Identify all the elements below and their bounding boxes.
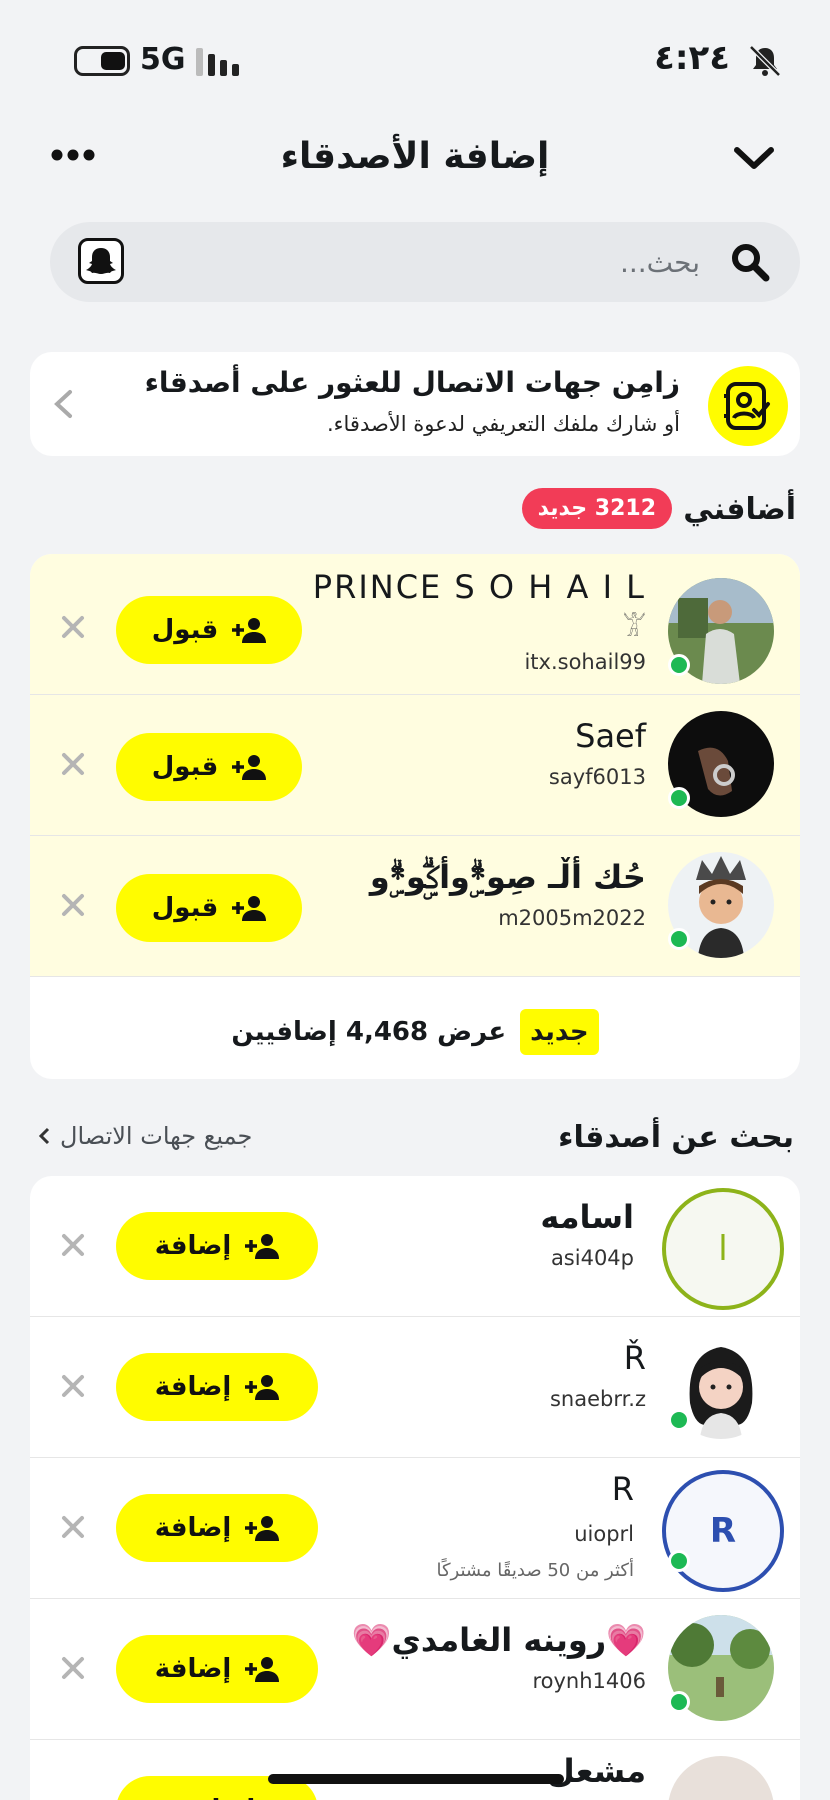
battery-icon xyxy=(74,46,130,76)
add-button[interactable]: إضافة xyxy=(116,1212,318,1280)
mutual-friends: أكثر من 50 صديقًا مشتركًا xyxy=(436,1560,634,1581)
online-indicator xyxy=(668,787,690,809)
add-friend-icon xyxy=(232,618,267,643)
sync-title: زامِن جهات الاتصال للعثور على أصدقاء xyxy=(144,366,680,399)
new-count-badge: 3212 جديد xyxy=(521,488,672,529)
add-friend-icon xyxy=(232,755,267,780)
friend-username: snaebrr.z xyxy=(549,1387,646,1411)
added-me-list: PRINCE S O H A I L 𓀠 itx.sohail99 قبول S… xyxy=(30,554,800,1079)
contacts-sync-icon xyxy=(708,366,788,446)
ghost-icon xyxy=(86,248,116,274)
signal-icon xyxy=(196,48,239,76)
suggested-friend-row[interactable]: مشعل إضافة xyxy=(30,1740,800,1800)
add-label: إضافة xyxy=(154,1372,232,1402)
accept-label: قبول xyxy=(151,615,219,645)
find-friends-list: ا اسامه asi404p إضافة Ř snaebrr.z إضافة … xyxy=(30,1176,800,1800)
snapcode-button[interactable] xyxy=(78,238,124,284)
suggested-friend-row[interactable]: Ř snaebrr.z إضافة xyxy=(30,1317,800,1458)
close-icon[interactable] xyxy=(60,1655,86,1681)
accept-button[interactable]: قبول xyxy=(116,874,302,942)
sync-contacts-card[interactable]: زامِن جهات الاتصال للعثور على أصدقاء أو … xyxy=(30,352,800,456)
search-input[interactable] xyxy=(200,222,700,302)
chevron-left-icon xyxy=(54,390,72,418)
initial-avatar: ا xyxy=(662,1188,784,1310)
friend-name: PRINCE S O H A I L xyxy=(312,568,646,606)
initial-avatar: R xyxy=(662,1470,784,1592)
friend-username: roynh1406 xyxy=(532,1669,646,1693)
search-bar xyxy=(50,222,800,302)
close-icon[interactable] xyxy=(60,1514,86,1540)
network-label: 5G xyxy=(140,42,186,77)
suggested-friend-row[interactable]: R R uioprl أكثر من 50 صديقًا مشتركًا إضا… xyxy=(30,1458,800,1599)
friend-username: asi404p xyxy=(550,1246,634,1270)
friend-username: itx.sohail99 xyxy=(524,650,646,674)
avatar xyxy=(668,1756,774,1800)
accept-button[interactable]: قبول xyxy=(116,733,302,801)
add-friend-icon xyxy=(245,1234,280,1259)
add-button[interactable]: إضافة xyxy=(116,1494,318,1562)
add-label: إضافة xyxy=(179,1795,256,1800)
added-me-title: أضافني xyxy=(683,492,796,527)
all-contacts-link[interactable]: جميع جهات الاتصال xyxy=(38,1122,252,1150)
online-indicator xyxy=(668,1550,690,1572)
all-contacts-label: جميع جهات الاتصال xyxy=(60,1122,253,1150)
view-more-button[interactable]: جديد عرض 4,468 إضافيين xyxy=(30,989,800,1074)
chevron-down-icon[interactable] xyxy=(732,144,776,174)
add-button[interactable]: إضافة xyxy=(116,1635,318,1703)
accept-label: قبول xyxy=(151,893,219,923)
friend-name: مشعل xyxy=(547,1752,646,1790)
add-friend-icon xyxy=(232,896,267,921)
close-icon[interactable] xyxy=(60,1232,86,1258)
home-indicator[interactable] xyxy=(268,1774,564,1784)
accept-label: قبول xyxy=(151,752,219,782)
add-friend-icon xyxy=(245,1516,280,1541)
friend-name: R xyxy=(611,1470,634,1508)
new-tag: جديد xyxy=(520,1008,599,1055)
close-icon[interactable] xyxy=(60,614,86,640)
online-indicator xyxy=(668,654,690,676)
name-symbol: 𓀠 xyxy=(622,614,646,642)
add-label: إضافة xyxy=(154,1654,232,1684)
accept-button[interactable]: قبول xyxy=(116,596,302,664)
add-label: إضافة xyxy=(154,1513,232,1543)
chevron-left-icon xyxy=(38,1127,50,1145)
add-friend-icon xyxy=(245,1657,280,1682)
friend-username: m2005m2022 xyxy=(498,906,646,930)
added-me-row[interactable]: PRINCE S O H A I L 𓀠 itx.sohail99 قبول xyxy=(30,554,800,695)
view-more-label: عرض 4,468 إضافيين xyxy=(231,1016,507,1047)
friend-name: Ř xyxy=(623,1339,646,1377)
sync-subtitle: أو شارك ملفك التعريفي لدعوة الأصدقاء. xyxy=(326,412,680,436)
page-title: إضافة الأصدقاء xyxy=(280,136,550,177)
close-icon[interactable] xyxy=(60,892,86,918)
suggested-friend-row[interactable]: 💗روينه الغامدي💗 roynh1406 إضافة xyxy=(30,1599,800,1740)
added-me-row[interactable]: حُك أڵـ صِو*ۣۗوأكۣۗو*ۣۗو m2005m2022 قبول xyxy=(30,836,800,977)
close-icon[interactable] xyxy=(60,751,86,777)
friend-username: uioprl xyxy=(574,1522,634,1546)
online-indicator xyxy=(668,1691,690,1713)
suggested-friend-row[interactable]: ا اسامه asi404p إضافة xyxy=(30,1176,800,1317)
friend-name: اسامه xyxy=(540,1198,634,1236)
add-button[interactable]: إضافة xyxy=(116,1353,318,1421)
search-icon xyxy=(732,244,770,282)
friend-name: حُك أڵـ صِو*ۣۗوأكۣۗو*ۣۗو xyxy=(369,858,646,896)
friend-name: 💗روينه الغامدي💗 xyxy=(351,1621,646,1659)
add-label: إضافة xyxy=(154,1231,232,1261)
online-indicator xyxy=(668,1409,690,1431)
find-friends-title: بحث عن أصدقاء xyxy=(558,1120,794,1155)
online-indicator xyxy=(668,928,690,950)
add-friend-icon xyxy=(245,1375,280,1400)
friend-name: Saef xyxy=(575,717,646,755)
close-icon[interactable] xyxy=(60,1373,86,1399)
muted-bell-icon xyxy=(749,45,781,77)
status-time: ٤:٢٤ xyxy=(654,38,730,78)
added-me-row[interactable]: Saef sayf6013 قبول xyxy=(30,695,800,836)
friend-username: sayf6013 xyxy=(548,765,646,789)
